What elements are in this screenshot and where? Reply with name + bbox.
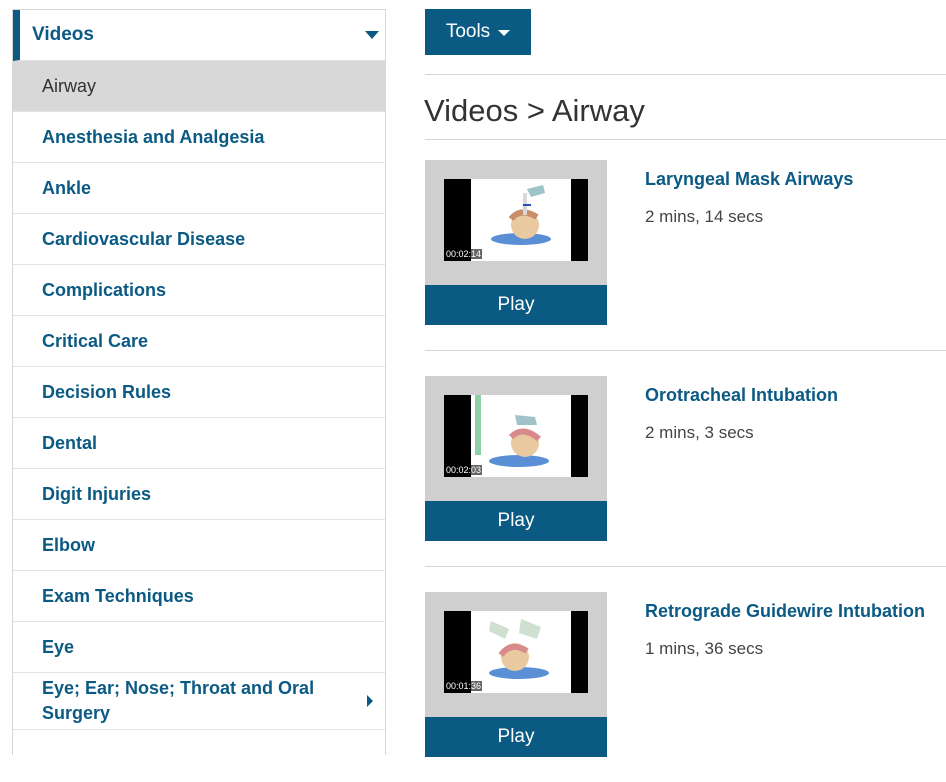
video-duration: 1 mins, 36 secs (645, 639, 764, 658)
sidebar-item-label: Digit Injuries (42, 483, 152, 504)
video-timestamp: 00:02:14 (445, 249, 483, 259)
sidebar-item-label: Critical Care (42, 330, 149, 351)
video-duration: 2 mins, 14 secs (645, 207, 764, 226)
sidebar-item-decision-rules[interactable]: Decision Rules (13, 367, 385, 418)
divider (425, 566, 946, 567)
sidebar-item-ankle[interactable]: Ankle (13, 163, 385, 214)
play-button-label: Play (497, 294, 535, 315)
sidebar-item-eye[interactable]: Eye (13, 622, 385, 673)
sidebar-item-label: Eye; Ear; Nose; Throat and Oral Surgery (42, 678, 315, 723)
sidebar-item-ent-oral-surgery[interactable]: Eye; Ear; Nose; Throat and Oral Surgery (13, 673, 385, 730)
sidebar-item-label: Ankle (42, 177, 92, 198)
chevron-down-icon (365, 31, 379, 39)
sidebar-item-airway[interactable]: Airway (13, 61, 385, 112)
sidebar-item-label: Exam Techniques (42, 585, 194, 606)
play-button-label: Play (497, 510, 535, 531)
thumbnail-image (471, 611, 571, 693)
sidebar-header-label: Videos (32, 24, 94, 45)
video-title-link[interactable]: Laryngeal Mask Airways (645, 169, 853, 190)
play-button[interactable]: Play (425, 501, 607, 541)
thumbnail-image (471, 179, 571, 261)
sidebar-item-exam-techniques[interactable]: Exam Techniques (13, 571, 385, 622)
video-item: 00:02:03 Play Orotracheal Intubation 2 m… (425, 376, 946, 566)
sidebar-item-dental[interactable]: Dental (13, 418, 385, 469)
video-thumbnail[interactable]: 00:02:03 (444, 395, 588, 477)
video-item: 00:02:14 Play Laryngeal Mask Airways 2 m… (425, 160, 946, 350)
video-timestamp: 00:02:03 (445, 465, 483, 475)
video-title-link[interactable]: Orotracheal Intubation (645, 385, 838, 406)
video-duration: 2 mins, 3 secs (645, 423, 754, 442)
sidebar-item-label: Cardiovascular Disease (42, 228, 246, 249)
sidebar-item-label: Airway (42, 75, 97, 96)
sidebar-item-label: Complications (42, 279, 167, 300)
play-button[interactable]: Play (425, 717, 607, 757)
video-thumbnail-card[interactable]: 00:01:36 Play (425, 592, 607, 757)
sidebar-item-label: Anesthesia and Analgesia (42, 126, 265, 147)
play-button-label: Play (497, 726, 535, 747)
page-title: Videos > Airway (424, 93, 645, 128)
sidebar-item-label: Elbow (42, 534, 95, 555)
sidebar-item-digit-injuries[interactable]: Digit Injuries (13, 469, 385, 520)
video-title-link[interactable]: Retrograde Guidewire Intubation (645, 601, 925, 622)
tools-button-label: Tools (445, 21, 491, 42)
divider (425, 350, 946, 351)
sidebar-item-critical-care[interactable]: Critical Care (13, 316, 385, 367)
video-item: 00:01:36 Play Retrograde Guidewire Intub… (425, 592, 946, 782)
sidebar-item-anesthesia[interactable]: Anesthesia and Analgesia (13, 112, 385, 163)
divider (425, 139, 946, 140)
sidebar-item-elbow[interactable]: Elbow (13, 520, 385, 571)
play-button[interactable]: Play (425, 285, 607, 325)
sidebar-item-cardiovascular[interactable]: Cardiovascular Disease (13, 214, 385, 265)
video-thumbnail[interactable]: 00:02:14 (444, 179, 588, 261)
video-thumbnail-card[interactable]: 00:02:03 Play (425, 376, 607, 541)
divider (425, 74, 946, 75)
sidebar-item-label: Eye (42, 636, 75, 657)
thumbnail-image (471, 395, 571, 477)
video-timestamp: 00:01:36 (445, 681, 483, 691)
sidebar-item-complications[interactable]: Complications (13, 265, 385, 316)
sidebar-item-label: Dental (42, 432, 98, 453)
category-sidebar: Videos Airway Anesthesia and Analgesia A… (12, 9, 386, 755)
sidebar-header-videos[interactable]: Videos (13, 10, 385, 61)
chevron-right-icon (367, 695, 373, 707)
sidebar-item-label: Decision Rules (42, 381, 172, 402)
caret-down-icon (498, 30, 511, 36)
tools-dropdown-button[interactable]: Tools (425, 9, 531, 55)
video-thumbnail[interactable]: 00:01:36 (444, 611, 588, 693)
video-thumbnail-card[interactable]: 00:02:14 Play (425, 160, 607, 325)
